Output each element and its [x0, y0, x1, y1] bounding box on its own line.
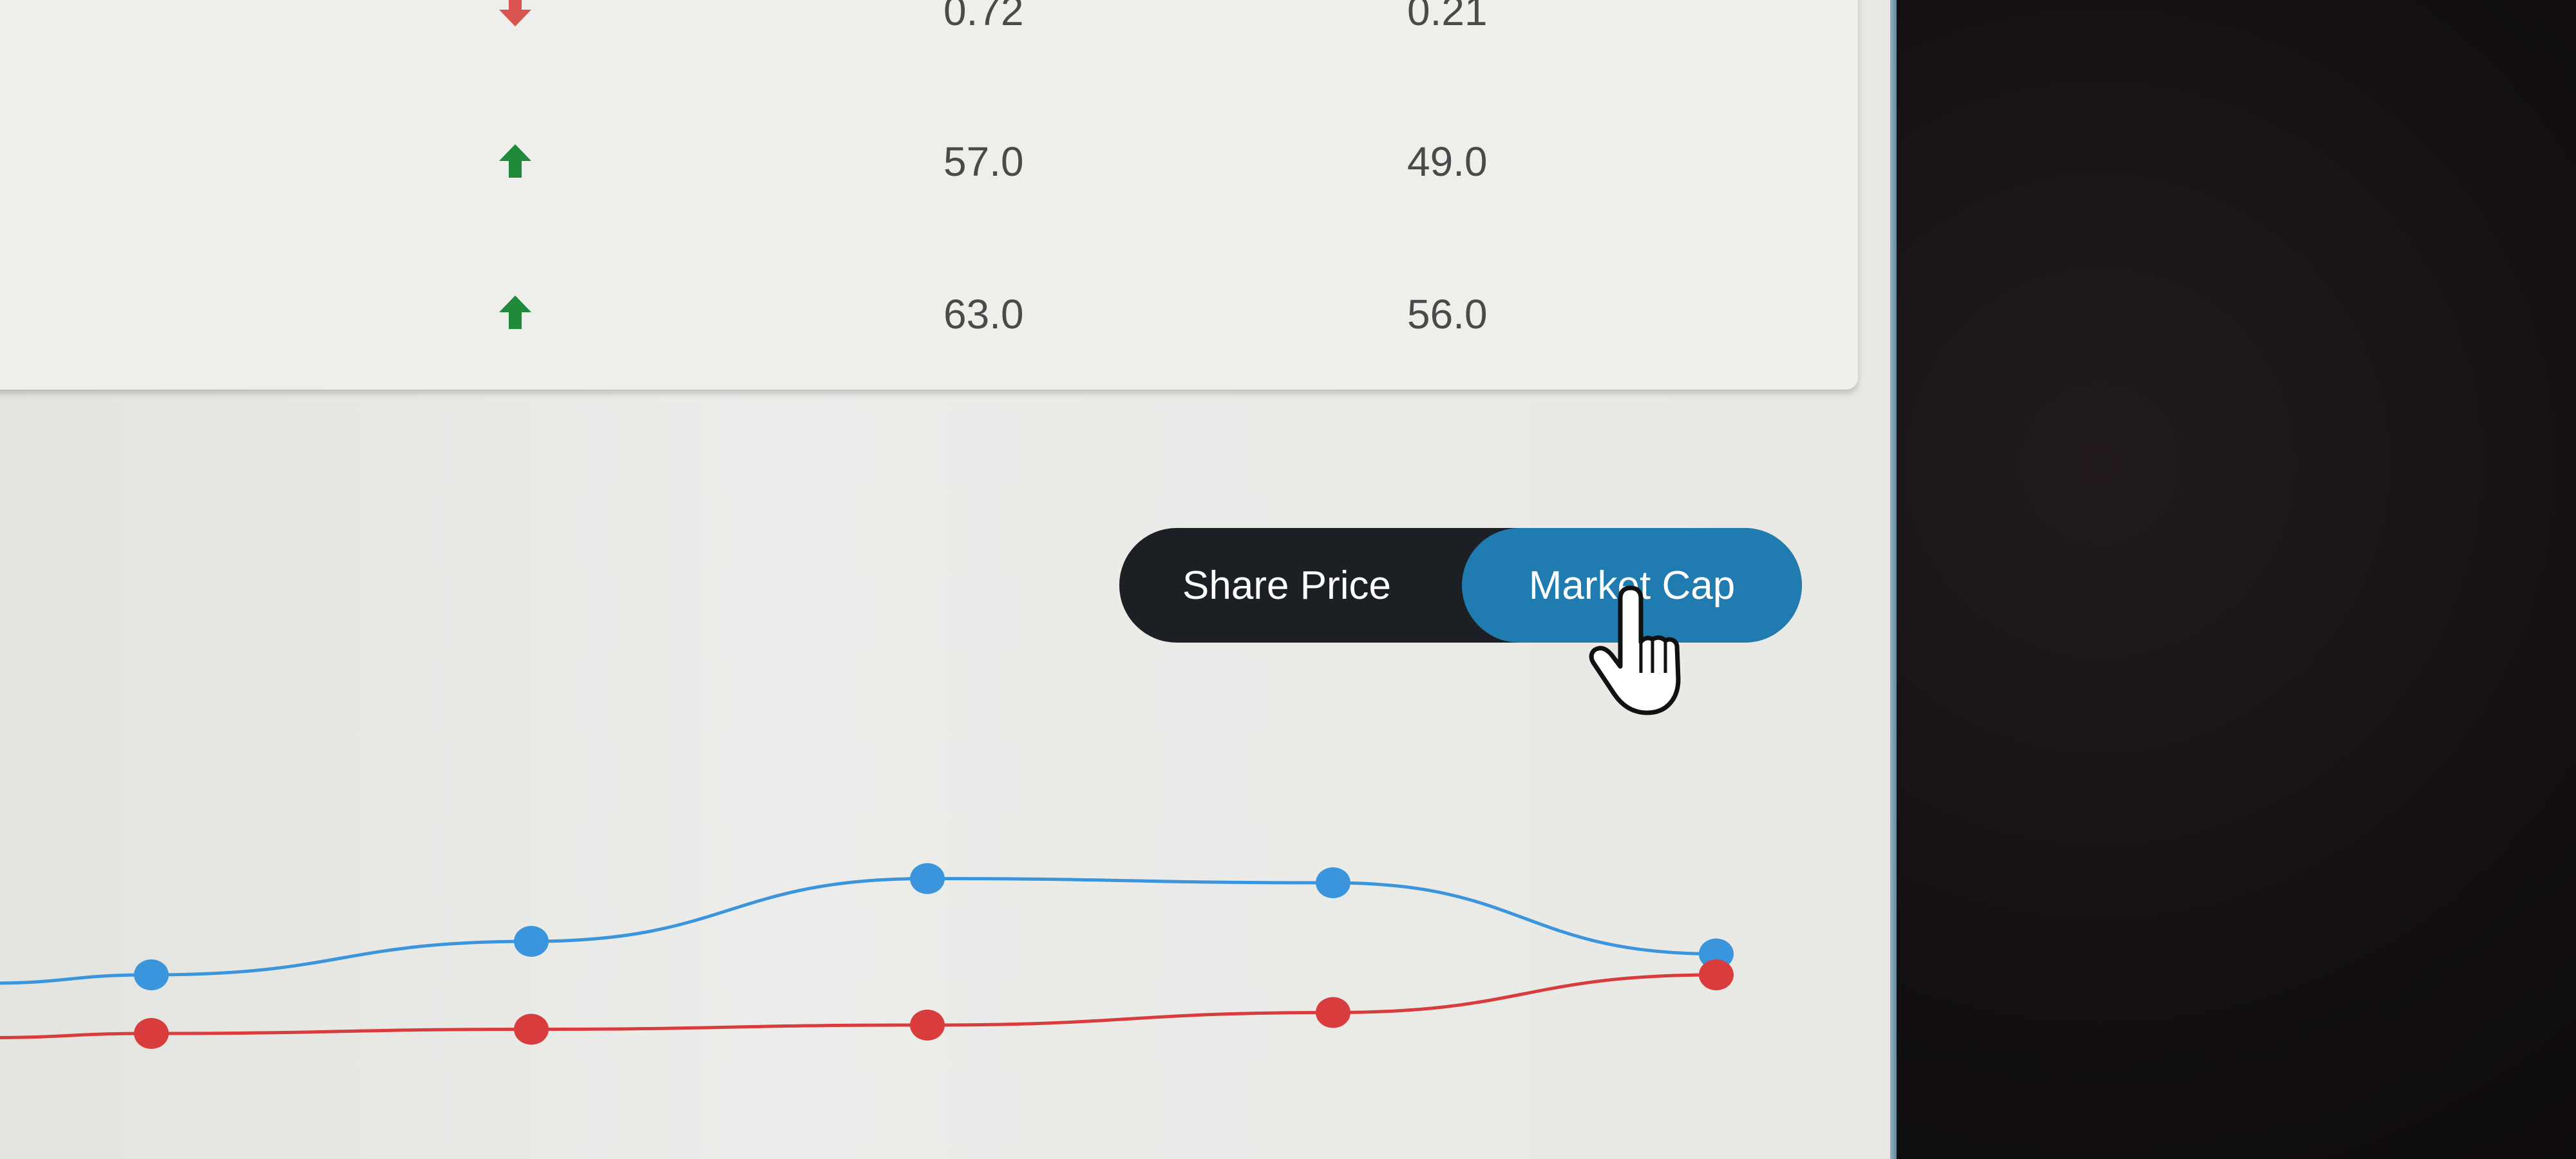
data-point[interactable]: [134, 959, 169, 990]
table-cell: 56.0: [1407, 291, 1488, 337]
data-point[interactable]: [514, 926, 549, 957]
hand-pointer-cursor-icon: [1589, 585, 1681, 715]
up-arrow-icon: [499, 144, 531, 178]
down-arrow-icon: [499, 0, 531, 26]
data-point[interactable]: [910, 1010, 945, 1041]
table-cell: 0.21: [1407, 0, 1488, 34]
line-chart: [0, 863, 1734, 1049]
table-cell: 49.0: [1407, 138, 1488, 185]
data-point[interactable]: [514, 1013, 549, 1045]
table-row: 63.0 56.0: [0, 274, 1858, 402]
series-line: [0, 973, 1717, 1039]
data-point[interactable]: [1699, 959, 1734, 990]
data-point[interactable]: [134, 1018, 169, 1049]
data-point[interactable]: [910, 863, 945, 894]
table-row: 0.72 0.21: [0, 0, 1858, 97]
table-row: 57.0 49.0: [0, 122, 1858, 251]
data-table-card: 0.72 0.21 57.0 49.0 63.0 56.0: [0, 0, 1858, 390]
up-arrow-icon: [499, 296, 531, 329]
table-cell: 57.0: [943, 138, 1024, 185]
table-cell: 0.72: [943, 0, 1024, 34]
monitor-bezel: [1897, 0, 2576, 1159]
series-line: [0, 876, 1717, 985]
data-point[interactable]: [1316, 997, 1350, 1028]
app-screen: 0.72 0.21 57.0 49.0 63.0 56.0 Share Pric…: [0, 0, 1897, 1159]
share-price-toggle[interactable]: Share Price: [1119, 528, 1454, 643]
table-cell: 63.0: [943, 291, 1024, 337]
data-point[interactable]: [1316, 867, 1350, 898]
